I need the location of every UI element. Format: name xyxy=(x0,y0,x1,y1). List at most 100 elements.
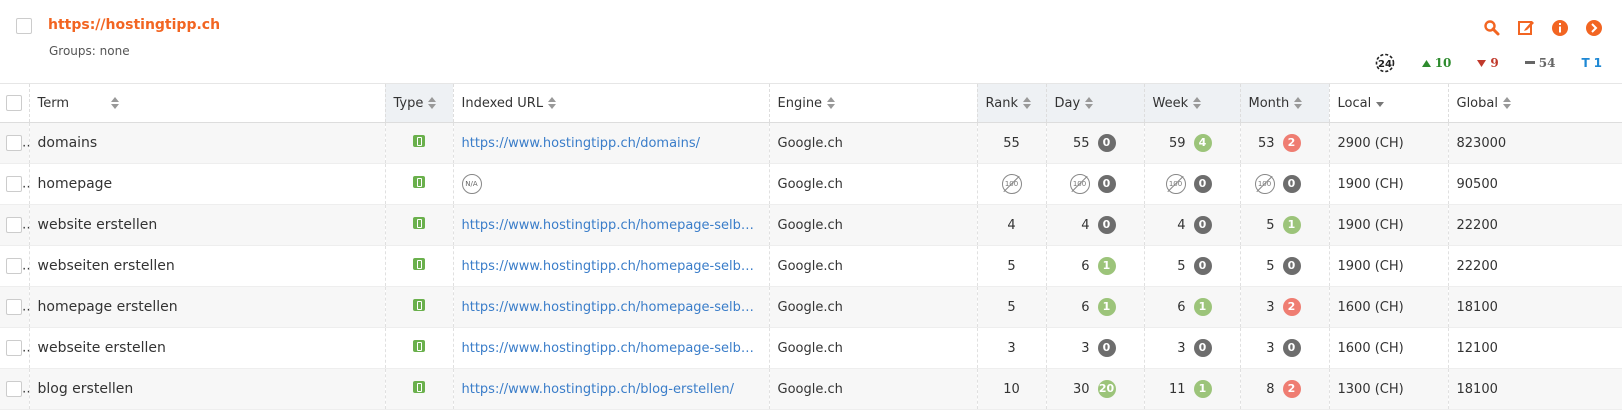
rank-value: 59 xyxy=(1168,135,1186,151)
local-volume: 1900 (CH) xyxy=(1337,258,1404,274)
rank-100-plus-icon: 100 xyxy=(1165,174,1186,194)
row-select-checkbox[interactable] xyxy=(6,340,22,356)
rank-value: 8 xyxy=(1266,381,1275,397)
row-select-checkbox[interactable] xyxy=(6,217,22,233)
local-volume: 2900 (CH) xyxy=(1337,135,1404,151)
table-row: webseite erstellen https://www.hostingtip… xyxy=(0,327,1622,369)
search-icon[interactable] xyxy=(1482,18,1502,38)
table-row: homepage erstellen https://www.hostingtip… xyxy=(0,286,1622,328)
engine-text: Google.ch xyxy=(777,381,843,397)
indexed-url-link[interactable]: https://www.hostingtipp.ch/domains/ xyxy=(462,136,761,151)
mobile-type-icon xyxy=(413,176,425,188)
rank-value: 30 xyxy=(1072,381,1090,397)
rank-up-count: 10 xyxy=(1421,56,1451,70)
keyword-rankings-table: Term Type Indexed URL Engine Rank Day We… xyxy=(0,84,1622,410)
sort-icon xyxy=(428,97,437,109)
global-volume: 22200 xyxy=(1456,258,1498,274)
sort-icon xyxy=(1193,97,1202,109)
engine-text: Google.ch xyxy=(777,176,843,192)
table-row: webseiten erstellen https://www.hostingti… xyxy=(0,245,1622,287)
select-all-checkbox[interactable] xyxy=(6,95,22,111)
svg-text:24: 24 xyxy=(1378,59,1392,70)
engine-text: Google.ch xyxy=(777,258,843,274)
rank-change-badge: 0 xyxy=(1097,216,1116,234)
rank-value: 3 xyxy=(1266,299,1275,315)
select-site-checkbox[interactable] xyxy=(16,18,32,34)
indexed-url-link[interactable]: https://www.hostingtipp.ch/homepage-selb… xyxy=(462,218,761,233)
col-rank[interactable]: Rank xyxy=(977,84,1047,123)
mobile-type-icon xyxy=(413,299,425,311)
rank-value: 6 xyxy=(1081,258,1090,274)
dash-icon xyxy=(1524,61,1535,64)
term-text[interactable]: webseite erstellen xyxy=(38,340,166,356)
global-volume: 823000 xyxy=(1456,135,1507,151)
rank-value: 4 xyxy=(1177,217,1186,233)
site-header: https://hostingtipp.ch Groups: none 24 1… xyxy=(0,0,1622,84)
triangle-up-icon xyxy=(1421,59,1431,67)
engine-text: Google.ch xyxy=(777,217,843,233)
col-term[interactable]: Term xyxy=(29,84,386,123)
term-text[interactable]: domains xyxy=(38,135,98,151)
rank-value: 55 xyxy=(1072,135,1090,151)
row-select-checkbox[interactable] xyxy=(6,176,22,192)
rank-value: 5 xyxy=(1266,258,1275,274)
rank-change-badge: 0 xyxy=(1282,257,1301,275)
col-local[interactable]: Local xyxy=(1329,84,1449,123)
col-indexed-url[interactable]: Indexed URL xyxy=(453,84,770,123)
row-select-checkbox[interactable] xyxy=(6,258,22,274)
row-select-checkbox[interactable] xyxy=(6,299,22,315)
sort-icon xyxy=(1294,97,1303,109)
table-header-row: Term Type Indexed URL Engine Rank Day We… xyxy=(0,84,1622,123)
indexed-url-link[interactable]: https://www.hostingtipp.ch/homepage-selb… xyxy=(462,259,761,274)
row-select-checkbox[interactable] xyxy=(6,135,22,151)
col-week[interactable]: Week xyxy=(1144,84,1241,123)
col-engine[interactable]: Engine xyxy=(769,84,978,123)
rank-change-badge: 4 xyxy=(1193,134,1212,152)
edit-icon[interactable] xyxy=(1516,18,1536,38)
triangle-down-icon xyxy=(1477,59,1487,67)
site-groups: Groups: none xyxy=(49,44,130,58)
sort-icon xyxy=(1085,97,1094,109)
rank-change-badge: 1 xyxy=(1193,380,1212,398)
table-row: website erstellen https://www.hostingtipp… xyxy=(0,204,1622,246)
rank-change-badge: 2 xyxy=(1282,134,1301,152)
col-day[interactable]: Day xyxy=(1046,84,1145,123)
term-text[interactable]: homepage erstellen xyxy=(38,299,178,315)
rank-value: 55 xyxy=(1003,135,1020,151)
rank-value: 3 xyxy=(1007,340,1016,356)
indexed-url-link[interactable]: https://www.hostingtipp.ch/homepage-selb… xyxy=(462,300,761,315)
rank-value: 6 xyxy=(1177,299,1186,315)
term-text[interactable]: homepage xyxy=(38,176,113,192)
rank-change-badge: 0 xyxy=(1282,175,1301,193)
mobile-type-icon xyxy=(413,217,425,229)
col-type[interactable]: Type xyxy=(385,84,454,123)
engine-text: Google.ch xyxy=(777,299,843,315)
term-text[interactable]: webseiten erstellen xyxy=(38,258,175,274)
sort-icon xyxy=(111,97,120,109)
global-volume: 12100 xyxy=(1456,340,1498,356)
delete-icon[interactable] xyxy=(1584,18,1604,38)
row-select-checkbox[interactable] xyxy=(6,381,22,397)
global-volume: 90500 xyxy=(1456,176,1498,192)
rank-change-badge: 2 xyxy=(1282,298,1301,316)
info-icon[interactable] xyxy=(1550,18,1570,38)
refresh-24h-stat[interactable]: 24 xyxy=(1374,52,1396,74)
sort-icon xyxy=(1502,97,1511,109)
table-body: domains https://www.hostingtipp.ch/domain… xyxy=(0,122,1622,410)
indexed-url-link[interactable]: https://www.hostingtipp.ch/homepage-selb… xyxy=(462,341,761,356)
rank-change-badge: 0 xyxy=(1193,257,1212,275)
col-month[interactable]: Month xyxy=(1240,84,1330,123)
table-row: domains https://www.hostingtipp.ch/domain… xyxy=(0,122,1622,164)
local-volume: 1900 (CH) xyxy=(1337,217,1404,233)
global-volume: 18100 xyxy=(1456,381,1498,397)
rank-change-badge: 1 xyxy=(1193,298,1212,316)
rank-unchanged-count: 54 xyxy=(1524,56,1555,70)
term-text[interactable]: website erstellen xyxy=(38,217,158,233)
term-text[interactable]: blog erstellen xyxy=(38,381,134,397)
site-url-link[interactable]: https://hostingtipp.ch xyxy=(48,17,220,33)
indexed-url-link[interactable]: https://www.hostingtipp.ch/blog-erstelle… xyxy=(462,382,761,397)
col-global[interactable]: Global xyxy=(1448,84,1622,123)
sort-icon xyxy=(548,97,557,109)
mobile-type-icon xyxy=(413,258,425,270)
rank-value: 4 xyxy=(1081,217,1090,233)
